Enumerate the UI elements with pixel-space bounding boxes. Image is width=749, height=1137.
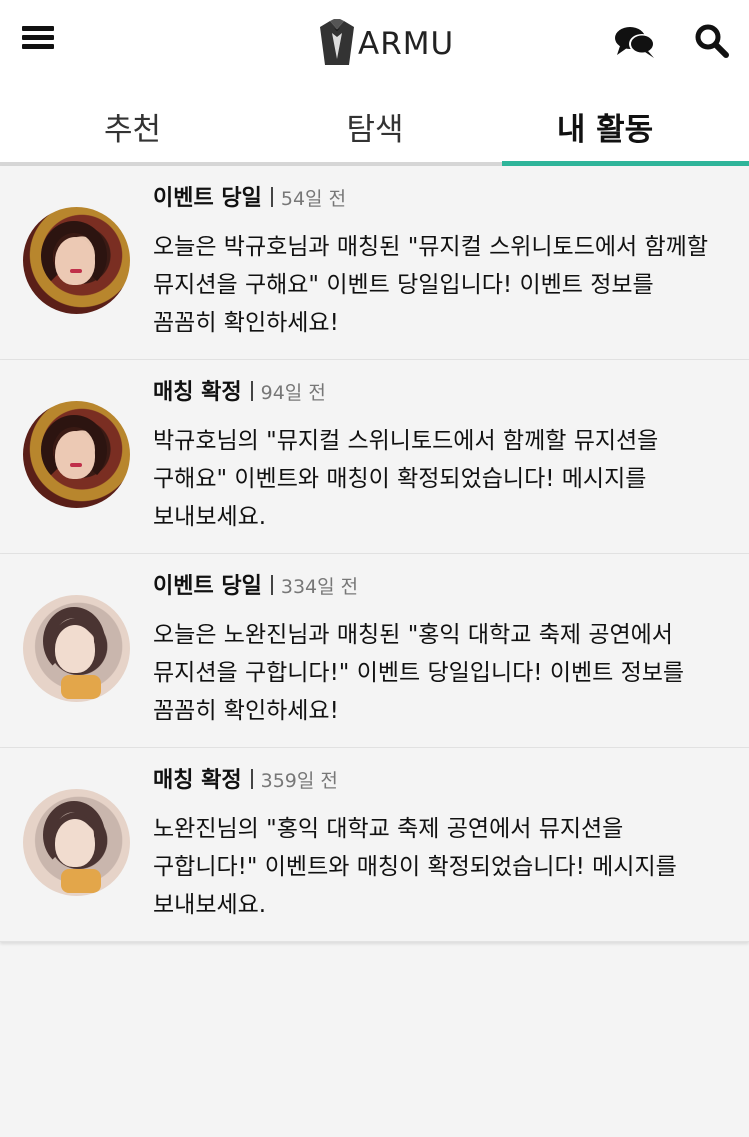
app-logo[interactable]: ARMU xyxy=(318,18,454,68)
tuxedo-logo-icon xyxy=(320,19,354,65)
user-avatar[interactable] xyxy=(23,401,130,508)
divider xyxy=(270,575,273,595)
notification-item[interactable]: 이벤트 당일 334일 전 오늘은 노완진님과 매칭된 "홍익 대학교 축제 공… xyxy=(0,554,749,748)
notification-item[interactable]: 이벤트 당일 54일 전 오늘은 박규호님과 매칭된 "뮤지컬 스위니토드에서 … xyxy=(0,166,749,360)
notification-type: 이벤트 당일 xyxy=(153,186,262,211)
tab-my-activity[interactable]: 내 활동 xyxy=(480,86,730,166)
notification-list: 이벤트 당일 54일 전 오늘은 박규호님과 매칭된 "뮤지컬 스위니토드에서 … xyxy=(0,166,749,942)
notification-item[interactable]: 매칭 확정 359일 전 노완진님의 "홍익 대학교 축제 공연에서 뮤지션을 … xyxy=(0,748,749,942)
divider xyxy=(250,381,253,401)
notification-item[interactable]: 매칭 확정 94일 전 박규호님의 "뮤지컬 스위니토드에서 함께할 뮤지션을 … xyxy=(0,360,749,554)
notification-time: 94일 전 xyxy=(260,382,326,404)
top-app-bar: ARMU xyxy=(0,0,749,86)
tab-explore[interactable]: 탐색 xyxy=(255,86,495,166)
hamburger-menu-icon[interactable] xyxy=(22,26,54,56)
notification-message: 노완진님의 "홍익 대학교 축제 공연에서 뮤지션을 구합니다!" 이벤트와 매… xyxy=(153,816,677,918)
tab-bar: 추천 탐색 내 활동 xyxy=(0,86,749,166)
divider xyxy=(250,769,253,789)
notification-type: 매칭 확정 xyxy=(153,768,242,793)
divider xyxy=(270,187,273,207)
app-logo-text: ARMU xyxy=(358,26,455,62)
notification-type: 매칭 확정 xyxy=(153,380,242,405)
notification-time: 334일 전 xyxy=(280,576,359,598)
notification-type: 이벤트 당일 xyxy=(153,574,262,599)
chat-bubbles-icon[interactable] xyxy=(614,24,656,60)
notification-time: 54일 전 xyxy=(280,188,347,210)
notification-message: 박규호님의 "뮤지컬 스위니토드에서 함께할 뮤지션을 구해요" 이벤트와 매칭… xyxy=(153,428,659,530)
notification-message: 오늘은 박규호님과 매칭된 "뮤지컬 스위니토드에서 함께할 뮤지션을 구해요"… xyxy=(153,234,708,336)
user-avatar[interactable] xyxy=(23,207,130,314)
search-icon[interactable] xyxy=(695,24,729,58)
tab-recommend[interactable]: 추천 xyxy=(10,86,255,166)
notification-time: 359일 전 xyxy=(260,770,338,792)
user-avatar[interactable] xyxy=(23,789,130,896)
notification-message: 오늘은 노완진님과 매칭된 "홍익 대학교 축제 공연에서 뮤지션을 구합니다!… xyxy=(153,622,685,724)
user-avatar[interactable] xyxy=(23,595,130,702)
